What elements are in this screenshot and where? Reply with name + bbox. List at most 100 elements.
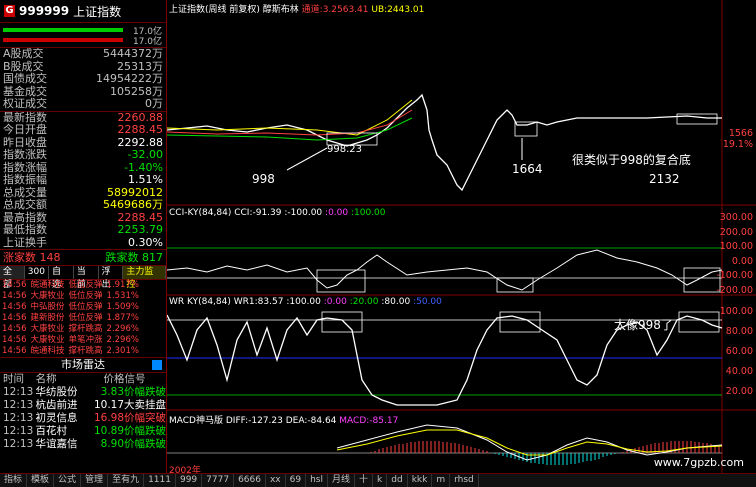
row-signal: 价幅跌破 — [124, 386, 167, 398]
bottom-tab[interactable]: 999 — [176, 474, 203, 487]
alert-pct: 1.917% — [106, 280, 139, 290]
bottom-tab[interactable]: hsl — [306, 474, 328, 487]
bottom-tab[interactable]: 7777 — [202, 474, 235, 487]
volume-label: 权证成交 — [3, 97, 47, 110]
row-time: 12:13 — [3, 438, 34, 450]
bottom-tab[interactable]: 模板 — [27, 474, 55, 487]
down-count-label: 跌家数 817 — [105, 251, 164, 264]
row-signal: 大卖挂盘 — [124, 399, 167, 411]
panel1-indicator: 醇斯布林 — [262, 5, 299, 15]
panel4-header: MACD神马版 DIFF:-127.23 DEA:-84.64 MACD:-85… — [169, 416, 399, 426]
price-line — [167, 93, 722, 192]
cci-line — [167, 249, 723, 291]
quote-value: 5469686万 — [103, 198, 163, 211]
tab-4[interactable]: 浮出 — [99, 266, 124, 290]
axis-tick: 40.00 — [725, 366, 753, 377]
alert-row[interactable]: 14:56 大康牧业 低位反弹 1.531% — [0, 291, 166, 302]
stock-header[interactable]: G 999999 上证指数 — [0, 0, 166, 23]
quote-row: 最低指数 2253.79 — [0, 223, 166, 237]
volume-value: 0万 — [145, 97, 163, 110]
alert-name: 大康牧业 — [30, 291, 65, 301]
volume-row: 国债成交 14954222万 — [0, 72, 166, 86]
tab-1[interactable]: 300 — [25, 266, 49, 279]
table-row[interactable]: 12:13 百花村 10.89 价幅跌破 — [0, 425, 166, 438]
bottom-tab[interactable]: dd — [387, 474, 408, 487]
panel2-header: CCI-KY(84,84) CCI:-91.39 :-100.00 :0.00 … — [169, 208, 386, 218]
tab-0[interactable]: 全部 — [0, 266, 25, 290]
bottom-tab[interactable]: 月线 — [328, 474, 356, 487]
radar-table-body: 12:13 华纺股份 3.83 价幅跌破 12:13 杭齿前进 10.17 大卖挂盘 12:13… — [0, 386, 166, 451]
alert-row[interactable]: 14:56 大康牧业 撑杆跳高 2.296% — [0, 324, 166, 335]
badge: G — [4, 5, 15, 17]
volume-row: A股成交 5444372万 — [0, 47, 166, 61]
bottom-tab[interactable]: m — [432, 474, 451, 487]
alert-type: 低位反弹 — [68, 313, 103, 323]
alert-row[interactable]: 14:56 建新股份 低位反弹 1.877% — [0, 313, 166, 324]
quote-value: -32.00 — [127, 148, 163, 161]
alert-pct: 1.509% — [106, 302, 139, 312]
radar-checkbox-icon[interactable] — [152, 360, 162, 370]
row-name: 华纺股份 — [35, 386, 78, 398]
tab-3[interactable]: 当前 — [74, 266, 99, 290]
table-row[interactable]: 12:13 华纺股份 3.83 价幅跌破 — [0, 386, 166, 399]
quote-label: 总成交额 — [3, 198, 47, 211]
bottom-tab[interactable]: 指标 — [0, 474, 28, 487]
alert-pct: 2.301% — [106, 346, 139, 356]
wr-box-2 — [499, 311, 541, 333]
row-price: 10.17 — [93, 399, 125, 411]
quote-list: 最新指数 2260.88 今日开盘 2288.45 昨日收盘 2292.88 指数涨跌 -32… — [0, 110, 166, 250]
table-row[interactable]: 12:13 华谊嘉信 8.90 价幅跌破 — [0, 438, 166, 451]
axis-tick: 100.00 — [719, 306, 753, 317]
axis-tick: -100.00 — [716, 270, 753, 281]
alert-row[interactable]: 14:56 大康牧业 单笔冲涨 2.296% — [0, 335, 166, 346]
annot-998: 998 — [252, 172, 275, 186]
bottom-tab[interactable]: xx — [266, 474, 286, 487]
tab-5[interactable]: 主力监控 — [123, 266, 166, 290]
table-row[interactable]: 12:13 杭齿前进 10.17 大卖挂盘 — [0, 399, 166, 412]
quote-panel: G 999999 上证指数 17.0亿 17.0亿 A股成交 5444372万 B股… — [0, 0, 167, 487]
alert-type: 单笔冲涨 — [68, 335, 103, 345]
bottom-tab[interactable]: k — [373, 474, 388, 487]
row-price: 16.98 — [93, 412, 125, 424]
alert-row[interactable]: 14:56 皖通科技 低位反弹 1.917% — [0, 280, 166, 291]
alert-time: 14:56 — [2, 324, 27, 334]
alert-pct: 2.296% — [106, 324, 139, 334]
bottom-tab[interactable]: 1111 — [144, 474, 176, 487]
panel1-up: 通道:3.2563.41 — [301, 5, 369, 15]
wr-box-1 — [321, 311, 363, 333]
volume-label: A股成交 — [3, 47, 44, 60]
alert-row[interactable]: 14:56 中弘股份 低位反弹 1.509% — [0, 302, 166, 313]
row-time: 12:13 — [3, 399, 34, 411]
alert-type: 低位反弹 — [68, 291, 103, 301]
green-bar — [3, 28, 123, 32]
quote-row: 指数涨跌 -32.00 — [0, 148, 166, 162]
box-1664 — [514, 121, 538, 137]
alert-name: 建新股份 — [30, 313, 65, 323]
axis-tick: 20.00 — [725, 386, 753, 397]
volume-bars: 17.0亿 17.0亿 — [0, 23, 166, 48]
alert-name: 皖通科技 — [30, 346, 65, 356]
alert-pct: 1.531% — [106, 291, 139, 301]
bottom-tab[interactable]: 管理 — [81, 474, 109, 487]
table-header-cell: 名称 — [35, 373, 57, 385]
chart-area[interactable]: 上证指数(周线 前复权) 醇斯布林 通道:3.2563.41 UB:2443.0… — [167, 0, 756, 487]
alert-type: 撑杆跳高 — [68, 324, 103, 334]
row-price: 10.89 — [93, 425, 125, 437]
bottom-tab[interactable]: 公式 — [54, 474, 82, 487]
bottom-tab[interactable]: kkk — [408, 474, 433, 487]
bottom-tab[interactable]: 6666 — [234, 474, 266, 487]
updown-row: 涨家数 148 跌家数 817 — [0, 249, 166, 265]
row-time: 12:13 — [3, 412, 34, 424]
market-radar-header[interactable]: 市场雷达 — [0, 357, 166, 373]
bottom-tab[interactable]: rhsd — [450, 474, 479, 487]
row-time: 12:13 — [3, 386, 34, 398]
alert-row[interactable]: 14:56 皖通科技 撑杆跳高 2.301% — [0, 346, 166, 357]
bottom-tab[interactable]: 十 — [355, 474, 374, 487]
radar-table-header: 时间 名称 价格 信号 — [0, 373, 166, 386]
bottom-tab[interactable]: 至有九 — [108, 474, 145, 487]
table-row[interactable]: 12:13 初灵信息 16.98 价幅突破 — [0, 412, 166, 425]
alert-name: 大康牧业 — [30, 324, 65, 334]
bottom-tab[interactable]: 69 — [286, 474, 307, 487]
tab-2[interactable]: 自选 — [49, 266, 74, 290]
annot-998-23: 998.23 — [327, 144, 362, 155]
